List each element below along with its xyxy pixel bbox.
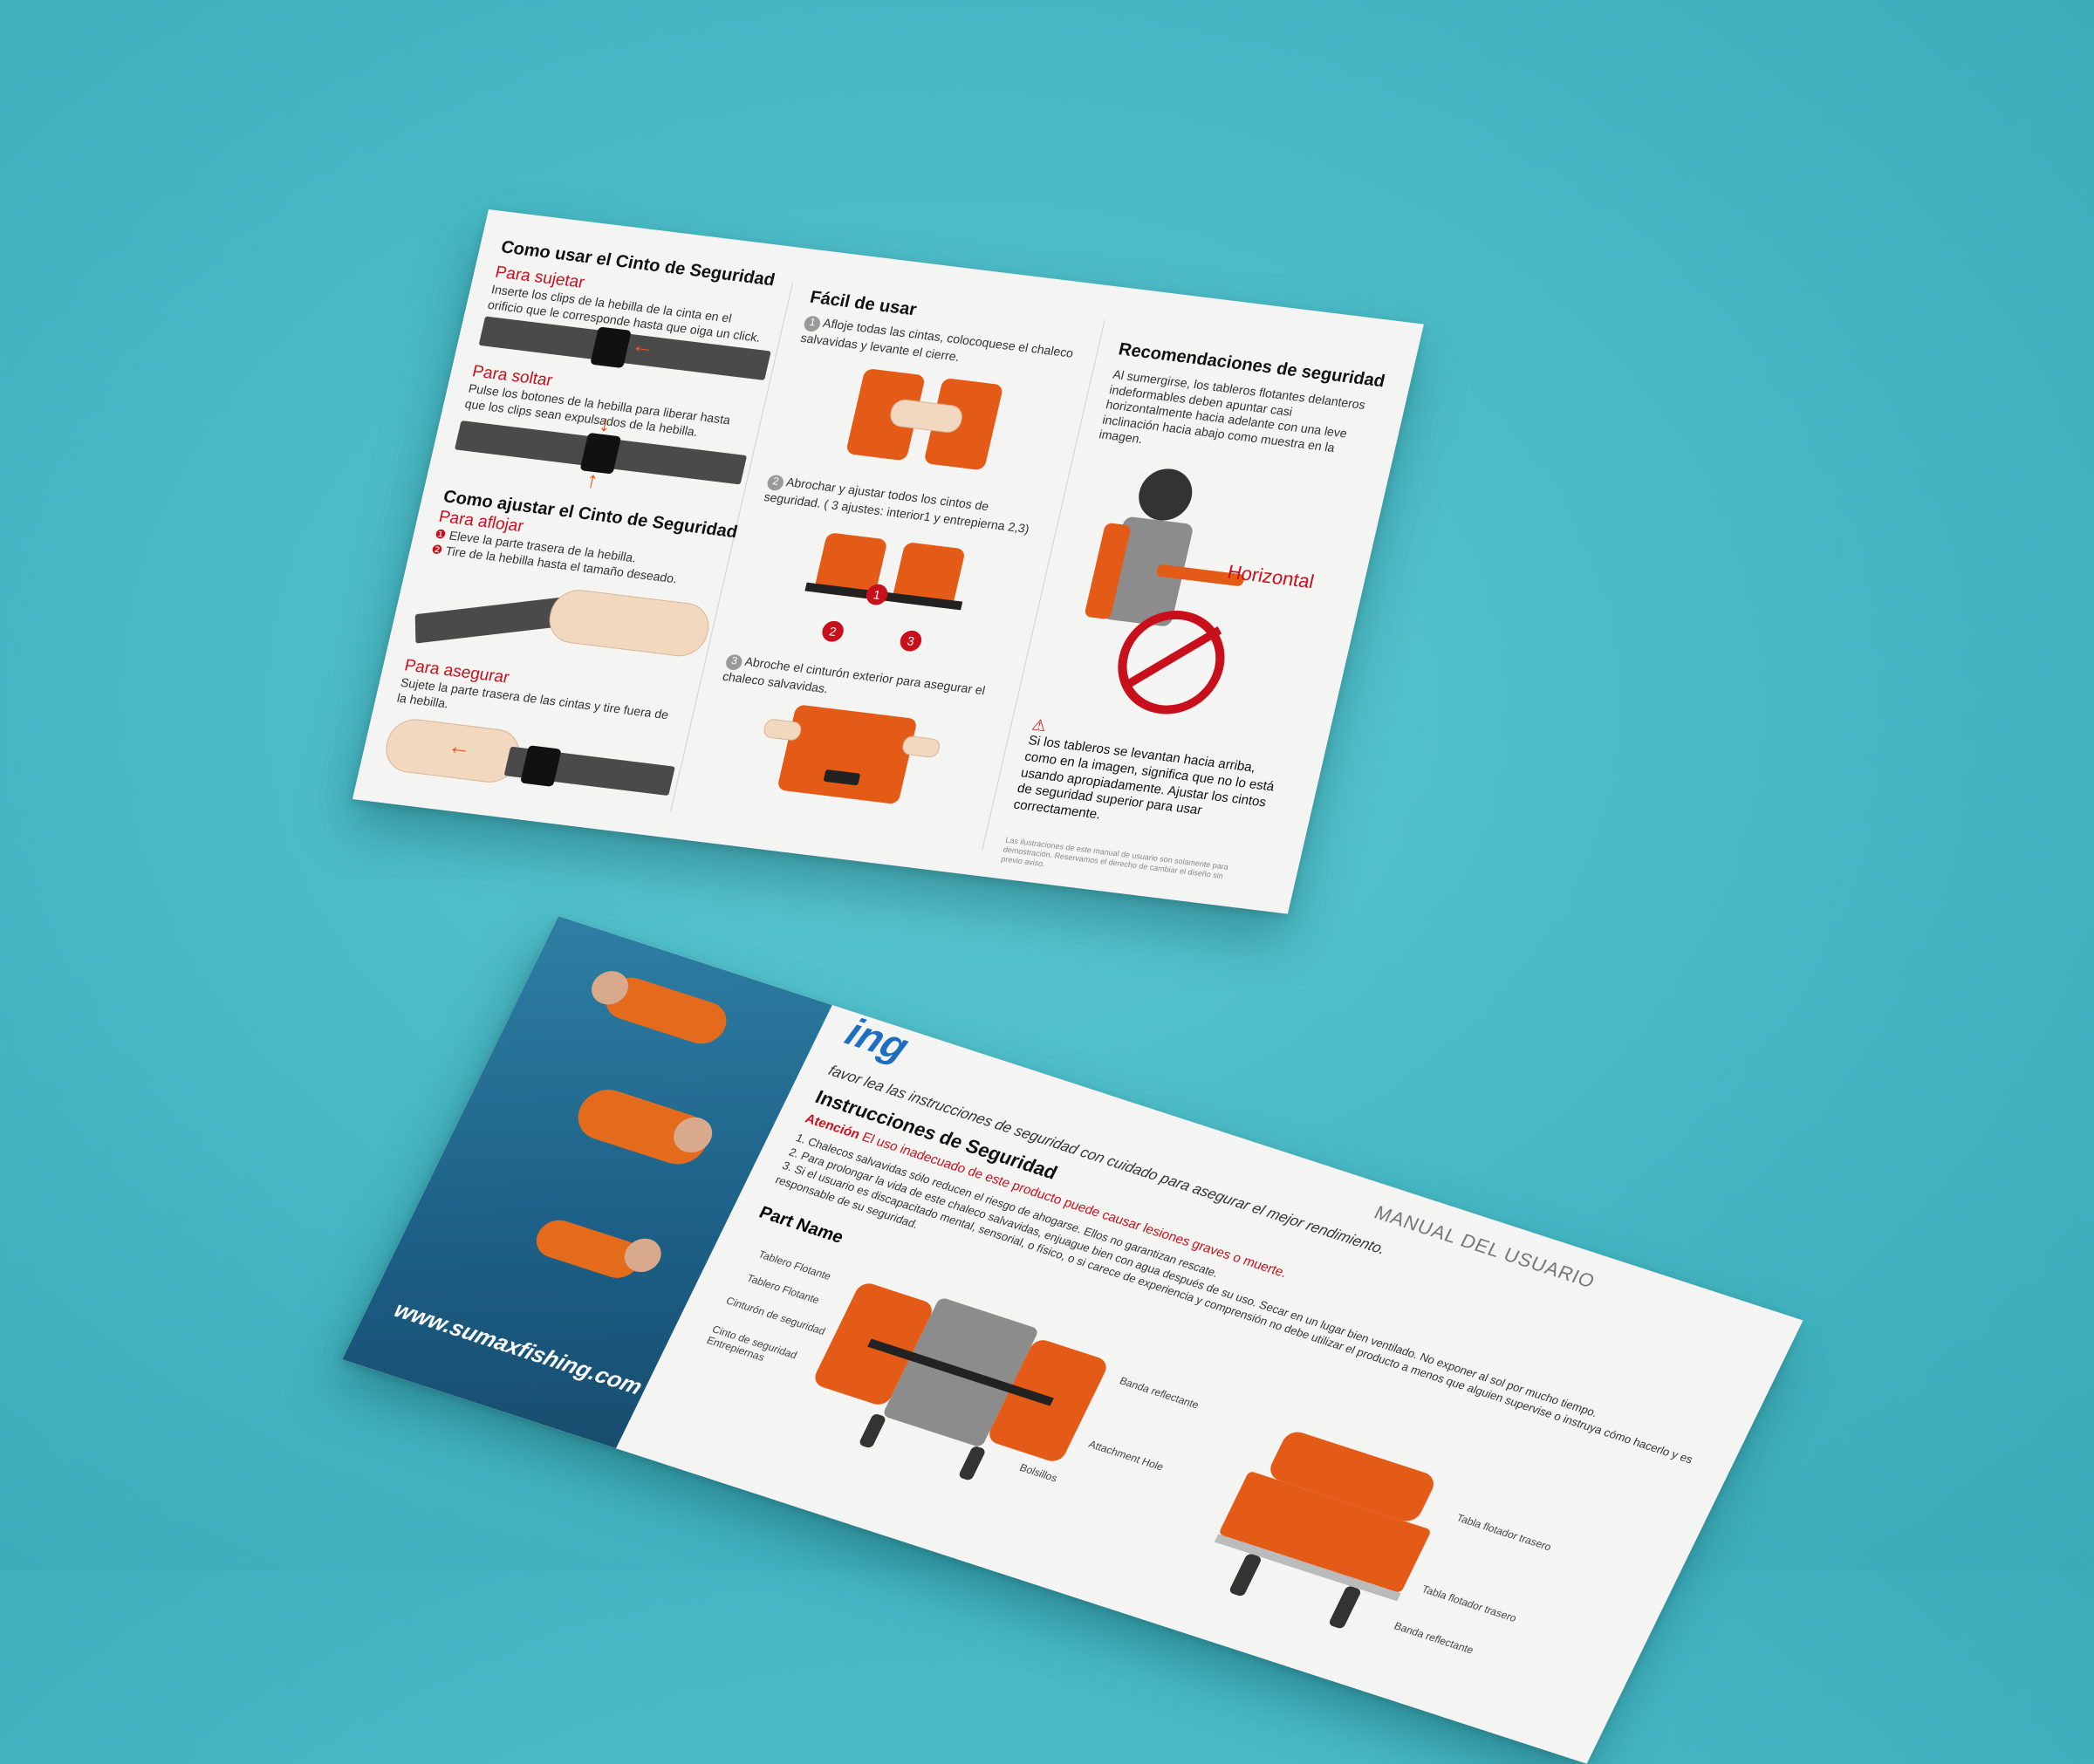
swimmers-photo: www.sumaxfishing.com xyxy=(342,916,832,1449)
step-3-vest-illustration xyxy=(742,701,943,843)
manual-back-sheet: www.sumaxfishing.com ing MANUAL DEL USUA… xyxy=(342,916,1803,1764)
label-attachment: Attachment Hole xyxy=(1086,1438,1167,1473)
badge-2: 2 xyxy=(819,619,846,643)
step-2-vest-illustration: 1 2 3 xyxy=(784,530,983,663)
badge-3: 3 xyxy=(898,629,924,653)
step-number-1: 1 xyxy=(802,315,822,333)
label-banda-2: Banda reflectante xyxy=(1392,1619,1476,1657)
label-trasero-1: Tabla flotador trasero xyxy=(1454,1511,1554,1554)
back-strap-right xyxy=(1327,1584,1363,1630)
loosen-hand-illustration xyxy=(544,586,715,660)
label-trasero-2: Tabla flotador trasero xyxy=(1420,1583,1519,1624)
easy-step-1-text: Afloje todas las cintas, colocoquese el … xyxy=(799,315,1075,364)
step3-vest xyxy=(777,704,918,805)
label-tablero-2: Tablero Flotante xyxy=(744,1271,822,1307)
easy-step-2-text: Abrochar y ajustar todos los cintos de s… xyxy=(763,475,1031,537)
crotch-strap-left xyxy=(858,1412,887,1449)
step-1-vest-illustration xyxy=(826,358,1023,482)
easy-step-2: 2 Abrochar y ajustar todos los cintos de… xyxy=(763,473,1038,538)
brand-logo-partial: ing xyxy=(838,1008,917,1070)
part-name-title: Part Name xyxy=(756,1203,847,1248)
label-cinto: Cinto de seguridad Entrepiernas xyxy=(704,1323,799,1364)
website-text[interactable]: www.sumaxfishing.com xyxy=(390,1296,647,1400)
loosen-belt-illustration xyxy=(414,597,567,644)
back-vest-diagram xyxy=(1195,1423,1455,1641)
front-vest-diagram xyxy=(796,1273,1114,1496)
child-head xyxy=(1133,465,1198,524)
step-1-bullet-icon: ❶ xyxy=(433,526,448,542)
manual-front-sheet: Como usar el Cinto de Seguridad Para suj… xyxy=(352,209,1424,914)
step-number-2: 2 xyxy=(765,474,785,492)
step-2-bullet-icon: ❷ xyxy=(429,542,444,557)
step3-arm-left xyxy=(762,718,804,742)
label-banda-1: Banda reflectante xyxy=(1117,1374,1201,1412)
back-strap-left xyxy=(1228,1552,1263,1597)
footnote-text: Las ilustraciones de este manual de usua… xyxy=(1000,835,1229,880)
step-number-3: 3 xyxy=(724,653,744,672)
crotch-strap-right xyxy=(957,1445,987,1481)
warning-text: Si los tableros se levantan hacia arriba… xyxy=(1012,733,1276,823)
